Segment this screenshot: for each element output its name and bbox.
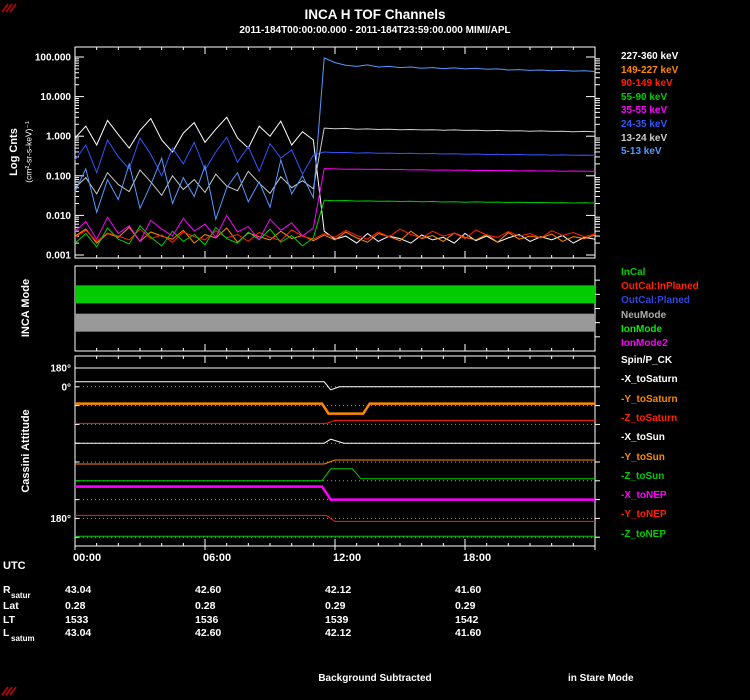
att-series--X_toNEP bbox=[75, 485, 595, 501]
tof-y-axis-units: (cm²-sr-s-keV)⁻¹ bbox=[23, 121, 34, 183]
ephemeris-row-label: Lat bbox=[3, 600, 19, 612]
ephemeris-row-label: R bbox=[3, 584, 11, 596]
tof-ytick-label: 1.000 bbox=[46, 132, 71, 143]
ephemeris-row-label: LT bbox=[3, 614, 16, 626]
ephemeris-row-label: L bbox=[3, 627, 10, 639]
tof-series-13-24 keV bbox=[74, 127, 596, 197]
att-legend-item: -Y_toSaturn bbox=[621, 393, 678, 405]
mode-legend-item: NeuMode bbox=[621, 309, 666, 321]
plot-canvas: 100.000 10.000 1.000 0.100 0.010 0.001 180° 0° 1… bbox=[0, 0, 750, 700]
att-ytick-label: 180° bbox=[50, 514, 71, 525]
tof-ytick-label: 10.000 bbox=[40, 92, 71, 103]
ephemeris-value: 0.29 bbox=[455, 600, 476, 612]
mode-legend-item: InCal bbox=[621, 267, 646, 278]
att-legend-item: -X_toSaturn bbox=[621, 374, 678, 386]
footer-background-subtracted: Background Subtracted bbox=[318, 673, 432, 684]
utc-tick-label: 18:00 bbox=[463, 552, 492, 564]
ephemeris-value: 0.29 bbox=[325, 600, 346, 612]
tof-ytick-label: 0.001 bbox=[46, 251, 71, 262]
tof-legend-item: 90-149 keV bbox=[621, 78, 673, 90]
ephemeris-value: 42.12 bbox=[325, 627, 352, 639]
mode-panel-title: INCA Mode bbox=[20, 278, 32, 338]
att-legend-item: -Y_toNEP bbox=[621, 509, 667, 521]
att-series--Z_toSun bbox=[75, 468, 595, 482]
tof-legend-item: 227-360 keV bbox=[621, 51, 679, 62]
ephemeris-value: 1542 bbox=[455, 614, 479, 626]
utc-axis-label: UTC bbox=[3, 560, 26, 572]
footer-stare-mode: in Stare Mode bbox=[568, 673, 634, 684]
att-series--X_toSun bbox=[75, 438, 595, 444]
tof-series-24-35 keV bbox=[74, 136, 596, 178]
tof-series-5-13 keV bbox=[74, 57, 596, 222]
tof-ytick-label: 100.000 bbox=[35, 53, 72, 64]
att-legend-item: -Z_toSaturn bbox=[621, 412, 678, 424]
att-legend-item: -Y_toSun bbox=[621, 451, 665, 463]
tof-ytick-label: 0.100 bbox=[46, 171, 71, 182]
ephemeris-value: 0.28 bbox=[195, 600, 216, 612]
ephemeris-value: 41.60 bbox=[455, 627, 482, 639]
page-title: INCA H TOF Channels bbox=[304, 7, 446, 22]
mode-legend-item: OutCal:InPlaned bbox=[621, 281, 699, 293]
attitude-panel-title: Cassini Attitude bbox=[20, 409, 32, 493]
tof-legend-item: 35-55 keV bbox=[621, 105, 668, 117]
att-ytick-label: 180° bbox=[50, 364, 71, 375]
utc-tick-label: 12:00 bbox=[333, 552, 362, 564]
att-legend-item: -X_toSun bbox=[621, 432, 665, 444]
tof-legend-item: 24-35 keV bbox=[621, 119, 668, 130]
tof-y-axis-title: Log Cnts bbox=[8, 128, 20, 176]
mode-legend-item: OutCal:Planed bbox=[621, 295, 690, 307]
ephemeris-value: 42.60 bbox=[195, 627, 222, 639]
ephemeris-value: 41.60 bbox=[455, 584, 482, 596]
att-series--X_toSaturn bbox=[75, 381, 595, 391]
mode-panel-border bbox=[74, 265, 596, 352]
utc-tick-label: 00:00 bbox=[73, 552, 102, 564]
ephemeris-value: 42.60 bbox=[195, 584, 222, 596]
ephemeris-value: 0.28 bbox=[65, 600, 86, 612]
att-legend-item: -Z_toSun bbox=[621, 470, 665, 482]
ephemeris-value: 43.04 bbox=[65, 627, 92, 639]
mode-legend-item: IonMode bbox=[621, 323, 663, 335]
att-ytick-label: 0° bbox=[61, 382, 71, 393]
ephemeris-value: 1533 bbox=[65, 614, 89, 626]
ephemeris-row-sublabel: satum bbox=[11, 634, 35, 643]
tof-legend-item: 149-227 keV bbox=[621, 64, 679, 76]
tof-legend-item: 13-24 keV bbox=[621, 132, 668, 144]
att-legend-item: -Z_toNEP bbox=[621, 528, 666, 540]
ephemeris-value: 43.04 bbox=[65, 584, 92, 596]
mode-legend-item: IonMode2 bbox=[621, 338, 668, 349]
tof-legend-item: 55-90 keV bbox=[621, 91, 668, 103]
mode-bar-NeuMode bbox=[75, 313, 595, 332]
tof-ytick-label: 0.010 bbox=[46, 211, 71, 222]
ephemeris-row-sublabel: satur bbox=[11, 591, 31, 600]
ephemeris-value: 1539 bbox=[325, 614, 349, 626]
ephemeris-value: 42.12 bbox=[325, 584, 352, 596]
att-panel-border bbox=[74, 355, 596, 547]
utc-tick-label: 06:00 bbox=[203, 552, 232, 564]
att-series--Z_toSaturn bbox=[75, 419, 595, 424]
mode-bar-IonMode bbox=[75, 285, 595, 304]
att-legend-item: -X_toNEP bbox=[621, 490, 667, 502]
tof-legend-item: 5-13 keV bbox=[621, 146, 662, 158]
att-legend-item: Spin/P_CK bbox=[621, 355, 673, 366]
subtitle: 2011-184T00:00:00.000 - 2011-184T23:59:0… bbox=[239, 25, 511, 36]
ephemeris-value: 1536 bbox=[195, 614, 219, 626]
